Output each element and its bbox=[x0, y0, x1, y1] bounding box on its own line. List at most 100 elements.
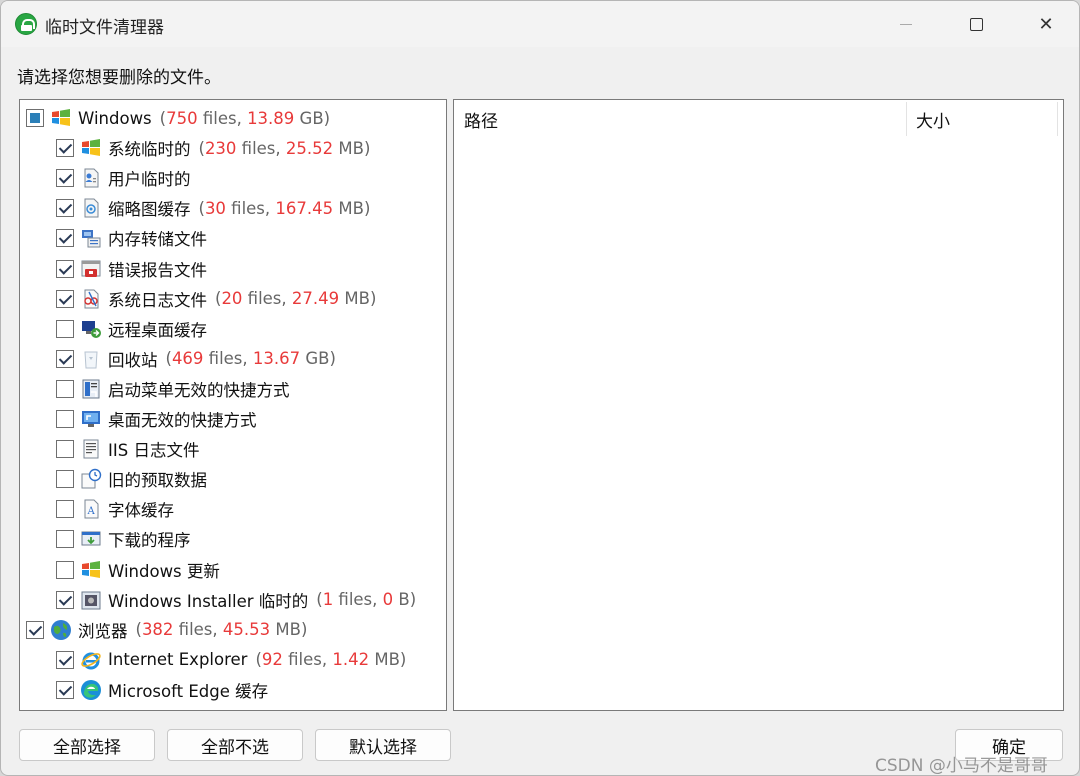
tree-row[interactable]: 错误报告文件 bbox=[56, 254, 207, 284]
edge-icon bbox=[80, 679, 102, 701]
tree-row[interactable]: 远程桌面缓存 bbox=[56, 314, 207, 344]
tree-item-stats: (30 files, 167.45 MB) bbox=[198, 198, 371, 218]
tree-row[interactable]: 缩略图缓存 (30 files, 167.45 MB) bbox=[56, 193, 370, 223]
column-header-size[interactable]: 大小 bbox=[916, 100, 950, 138]
checkbox[interactable] bbox=[56, 139, 74, 158]
tree-row[interactable]: 旧的预取数据 bbox=[56, 464, 207, 494]
checkbox[interactable] bbox=[56, 680, 74, 699]
select-all-button[interactable]: 全部选择 bbox=[19, 729, 155, 761]
start-menu-shortcut-icon bbox=[80, 378, 102, 400]
tree-row[interactable]: A 字体缓存 bbox=[56, 494, 174, 524]
file-count: 230 bbox=[204, 138, 237, 158]
file-count: 469 bbox=[171, 349, 204, 369]
tree-row[interactable]: 启动菜单无效的快捷方式 bbox=[56, 374, 290, 404]
tree-item-label: 启动菜单无效的快捷方式 bbox=[108, 380, 290, 400]
file-size: 0 bbox=[382, 590, 394, 610]
tree-item-label: 内存转储文件 bbox=[108, 230, 207, 250]
checkbox[interactable] bbox=[26, 109, 44, 127]
tree-item-label: 旧的预取数据 bbox=[108, 471, 207, 491]
tree-item-stats: (750 files, 13.89 GB) bbox=[159, 108, 331, 128]
windows-logo-icon bbox=[80, 137, 102, 159]
tree-row[interactable]: Internet Explorer (92 files, 1.42 MB) bbox=[56, 645, 406, 675]
tree-row[interactable]: Windows Installer 临时的 (1 files, 0 B) bbox=[56, 585, 416, 615]
tree-item-label: 错误报告文件 bbox=[108, 260, 207, 280]
maximize-icon bbox=[969, 17, 983, 31]
checkbox[interactable] bbox=[56, 440, 74, 459]
close-button[interactable]: ✕ bbox=[1011, 1, 1079, 47]
tree-item-label: IIS 日志文件 bbox=[108, 441, 200, 461]
tree-item-label: Microsoft Edge 缓存 bbox=[108, 681, 269, 701]
iis-log-icon bbox=[80, 438, 102, 460]
downloaded-program-icon bbox=[80, 528, 102, 550]
minimize-button[interactable] bbox=[871, 1, 941, 47]
tree-item-stats: (230 files, 25.52 MB) bbox=[198, 138, 371, 158]
desktop-shortcut-icon bbox=[80, 408, 102, 430]
checkbox[interactable] bbox=[56, 530, 74, 549]
tree-row[interactable]: 用户临时的 bbox=[56, 163, 191, 193]
tree-row[interactable]: Microsoft Edge 缓存 bbox=[56, 675, 268, 705]
checkbox[interactable] bbox=[56, 349, 74, 368]
file-count: 382 bbox=[141, 620, 174, 640]
column-divider[interactable] bbox=[906, 102, 907, 136]
checkbox[interactable] bbox=[56, 169, 74, 188]
maximize-button[interactable] bbox=[941, 1, 1011, 47]
tree-item-stats: (1 files, 0 B) bbox=[316, 590, 417, 610]
tree-item-label: 字体缓存 bbox=[108, 501, 174, 521]
checkbox[interactable] bbox=[56, 500, 74, 519]
checkbox[interactable] bbox=[56, 259, 74, 278]
column-header-path[interactable]: 路径 bbox=[464, 100, 498, 138]
checkbox[interactable] bbox=[56, 590, 74, 609]
font-cache-icon: A bbox=[80, 498, 102, 520]
system-log-icon bbox=[80, 288, 102, 310]
tree-item-label: 回收站 bbox=[108, 350, 158, 370]
checkbox[interactable] bbox=[56, 379, 74, 398]
tree-item-label: 用户临时的 bbox=[108, 170, 191, 190]
minimize-icon bbox=[900, 23, 912, 25]
windows-update-icon bbox=[80, 559, 102, 581]
globe-icon bbox=[50, 619, 72, 641]
file-size: 167.45 bbox=[275, 198, 334, 218]
file-size: 27.49 bbox=[291, 289, 340, 309]
user-file-icon bbox=[80, 167, 102, 189]
title-bar: 临时文件清理器 ✕ bbox=[1, 1, 1079, 47]
tree-row[interactable]: 浏览器 (382 files, 45.53 MB) bbox=[26, 615, 307, 645]
tree-row[interactable]: 回收站 (469 files, 13.67 GB) bbox=[56, 344, 336, 374]
tree-row[interactable]: 桌面无效的快捷方式 bbox=[56, 404, 257, 434]
checkbox[interactable] bbox=[56, 560, 74, 579]
file-count: 30 bbox=[204, 198, 226, 218]
tree-row[interactable]: Windows 更新 bbox=[56, 555, 220, 585]
file-list[interactable]: 路径 大小 bbox=[453, 99, 1064, 711]
tree-row[interactable]: 系统临时的 (230 files, 25.52 MB) bbox=[56, 133, 370, 163]
tree-row[interactable]: IIS 日志文件 bbox=[56, 434, 199, 464]
checkbox[interactable] bbox=[26, 620, 44, 639]
tree-item-label: Windows 更新 bbox=[108, 561, 220, 581]
prefetch-icon bbox=[80, 468, 102, 490]
cleaner-window: 临时文件清理器 ✕ 请选择您想要删除的文件。 Windows (750 files… bbox=[0, 0, 1080, 776]
tree-row[interactable]: 下载的程序 bbox=[56, 524, 191, 554]
tree-item-label: 桌面无效的快捷方式 bbox=[108, 411, 257, 430]
windows-installer-icon bbox=[80, 589, 102, 611]
default-select-button[interactable]: 默认选择 bbox=[315, 729, 451, 761]
checkbox[interactable] bbox=[56, 199, 74, 218]
tree-item-label: 下载的程序 bbox=[108, 531, 191, 551]
column-divider[interactable] bbox=[1057, 102, 1058, 136]
tree-item-label: Windows bbox=[78, 108, 152, 128]
file-size: 45.53 bbox=[222, 620, 271, 640]
checkbox[interactable] bbox=[56, 470, 74, 489]
checkbox[interactable] bbox=[56, 289, 74, 308]
checkbox[interactable] bbox=[56, 410, 74, 428]
recycle-bin-icon bbox=[80, 348, 102, 370]
tree-row[interactable]: Windows (750 files, 13.89 GB) bbox=[26, 103, 330, 133]
tree-item-label: Windows Installer 临时的 bbox=[108, 591, 309, 611]
checkbox[interactable] bbox=[56, 229, 74, 248]
tree-row[interactable]: 内存转储文件 bbox=[56, 223, 207, 253]
select-none-button[interactable]: 全部不选 bbox=[167, 729, 303, 761]
tree-row[interactable]: 系统日志文件 (20 files, 27.49 MB) bbox=[56, 284, 376, 314]
checkbox[interactable] bbox=[56, 650, 74, 669]
tree-item-label: 浏览器 bbox=[78, 621, 128, 641]
tree-item-stats: (92 files, 1.42 MB) bbox=[255, 650, 407, 670]
checkbox[interactable] bbox=[56, 319, 74, 338]
category-tree[interactable]: Windows (750 files, 13.89 GB) 系统临时的 (230 fi… bbox=[19, 99, 447, 711]
internet-explorer-icon bbox=[80, 649, 102, 671]
tree-item-stats: (382 files, 45.53 MB) bbox=[135, 620, 308, 640]
